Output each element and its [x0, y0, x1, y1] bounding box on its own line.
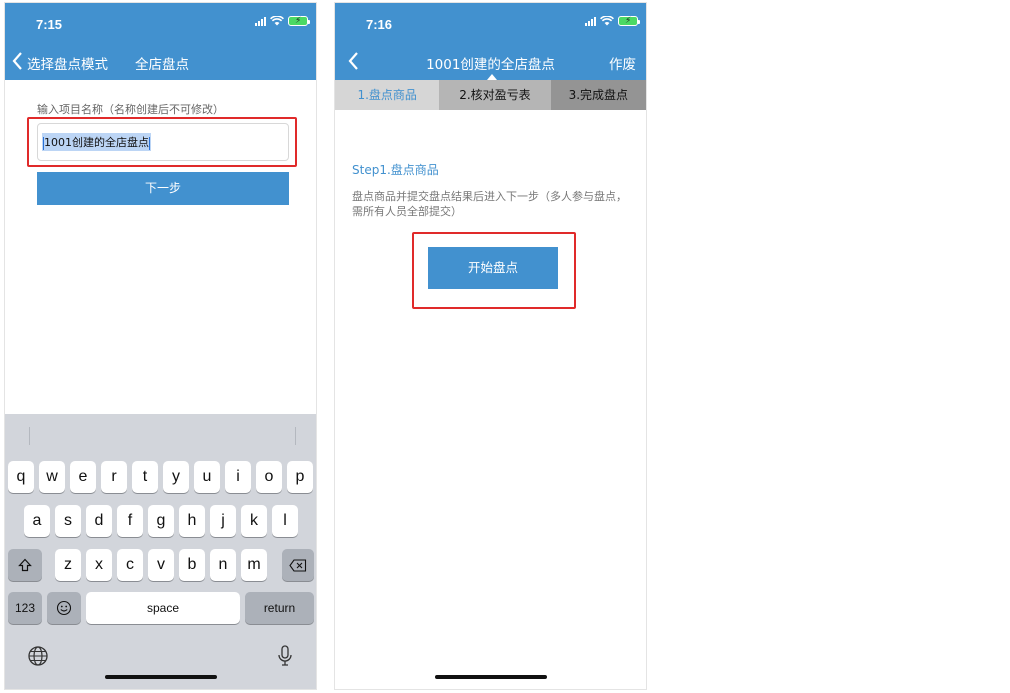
key[interactable]: y: [163, 461, 189, 493]
signal-icon: [585, 16, 596, 26]
key[interactable]: a: [24, 505, 50, 537]
tab-count-goods[interactable]: 1.盘点商品: [335, 80, 440, 110]
project-name-label: 输入项目名称（名称创建后不可修改）: [37, 103, 224, 116]
signal-icon: [255, 16, 266, 26]
charging-bolt-icon: ⚡: [295, 16, 302, 26]
step-tabs: 1.盘点商品 2.核对盈亏表 3.完成盘点: [335, 80, 646, 110]
key[interactable]: b: [179, 549, 205, 581]
tab-check-profit-loss[interactable]: 2.核对盈亏表: [439, 80, 551, 110]
key[interactable]: g: [148, 505, 174, 537]
numbers-key[interactable]: 123: [8, 592, 42, 624]
void-button[interactable]: 作废: [609, 53, 636, 73]
key[interactable]: l: [272, 505, 298, 537]
globe-icon[interactable]: [27, 645, 49, 667]
key[interactable]: c: [117, 549, 143, 581]
page-title: 全店盘点: [135, 57, 189, 73]
key[interactable]: p: [287, 461, 313, 493]
nav-bar: 选择盘点模式 全店盘点: [5, 49, 316, 75]
return-key[interactable]: return: [245, 592, 314, 624]
key[interactable]: j: [210, 505, 236, 537]
status-time: 7:15: [36, 17, 63, 32]
suggestion-divider: [295, 427, 296, 445]
nav-back-button[interactable]: 选择盘点模式: [27, 53, 108, 73]
key[interactable]: t: [132, 461, 158, 493]
charging-bolt-icon: ⚡: [625, 16, 632, 26]
battery-icon: ⚡: [288, 16, 310, 26]
status-icons: ⚡: [585, 16, 640, 26]
next-step-button[interactable]: 下一步: [37, 172, 289, 205]
suggestion-bar: [5, 414, 316, 456]
start-count-button[interactable]: 开始盘点: [428, 247, 558, 289]
status-time: 7:16: [366, 17, 393, 32]
backspace-icon: [289, 559, 307, 572]
wifi-icon: [600, 16, 614, 26]
key[interactable]: i: [225, 461, 251, 493]
top-bar: 7:16 ⚡ 1001创建的全店盘点 作废: [335, 3, 646, 80]
phone-screen-name-input: 7:15 ⚡ 选择盘点模式 全店盘点 输入项目名称（名称创建后不可修改） 100…: [4, 2, 317, 690]
shift-icon: [18, 558, 32, 572]
key[interactable]: f: [117, 505, 143, 537]
key[interactable]: z: [55, 549, 81, 581]
key[interactable]: w: [39, 461, 65, 493]
suggestion-divider: [29, 427, 30, 445]
page-title: 1001创建的全店盘点: [426, 57, 555, 73]
home-indicator: [104, 675, 217, 679]
step-description: 盘点商品并提交盘点结果后进入下一步（多人参与盘点，需所有人员全部提交）: [352, 190, 627, 218]
shift-key[interactable]: [8, 549, 42, 581]
key[interactable]: q: [8, 461, 34, 493]
back-chevron-icon[interactable]: [11, 50, 25, 72]
battery-icon: ⚡: [618, 16, 640, 26]
key[interactable]: n: [210, 549, 236, 581]
space-key[interactable]: space: [86, 592, 240, 624]
backspace-key[interactable]: [282, 549, 314, 581]
key[interactable]: e: [70, 461, 96, 493]
status-icons: ⚡: [255, 16, 310, 26]
emoji-key[interactable]: [47, 592, 81, 624]
on-screen-keyboard: q w e r t y u i o p a s d f g h j k l z …: [5, 414, 316, 689]
key[interactable]: o: [256, 461, 282, 493]
microphone-icon[interactable]: [277, 644, 293, 668]
key[interactable]: s: [55, 505, 81, 537]
key[interactable]: h: [179, 505, 205, 537]
key[interactable]: k: [241, 505, 267, 537]
wifi-icon: [270, 16, 284, 26]
key[interactable]: d: [86, 505, 112, 537]
phone-screen-stocktake: 7:16 ⚡ 1001创建的全店盘点 作废 1.盘点商品 2.核对盈亏表 3.完…: [334, 2, 647, 690]
nav-bar: 1001创建的全店盘点 作废: [335, 49, 646, 75]
key[interactable]: u: [194, 461, 220, 493]
key[interactable]: v: [148, 549, 174, 581]
step-title: Step1.盘点商品: [352, 163, 439, 177]
highlight-box: [27, 117, 297, 167]
top-bar: 7:15 ⚡ 选择盘点模式 全店盘点: [5, 3, 316, 80]
key[interactable]: m: [241, 549, 267, 581]
emoji-icon: [56, 600, 72, 616]
key[interactable]: x: [86, 549, 112, 581]
tab-finish-count[interactable]: 3.完成盘点: [550, 80, 646, 110]
home-indicator: [434, 675, 547, 679]
key[interactable]: r: [101, 461, 127, 493]
